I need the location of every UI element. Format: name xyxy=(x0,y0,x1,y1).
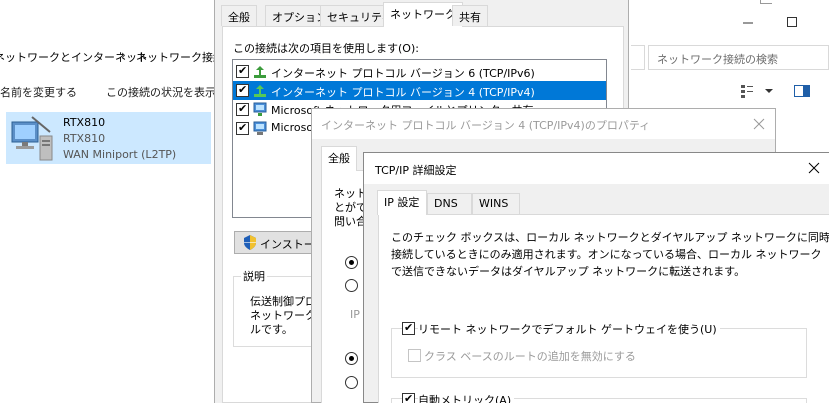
connection-item[interactable]: RTX810 RTX810 WAN Miniport (L2TP) xyxy=(6,112,211,164)
item-checkbox[interactable]: ✔ xyxy=(236,64,249,78)
chevron-down-icon[interactable] xyxy=(764,86,774,96)
title-bar: TCP/IP 詳細設定 xyxy=(364,153,829,184)
breadcrumb-item[interactable]: ネットワーク接続 xyxy=(136,49,224,65)
description-label: 説明 xyxy=(241,268,267,284)
item-label: インターネット プロトコル バージョン 4 (TCP/IPv4) xyxy=(271,86,535,99)
auto-metric-label[interactable]: 自動メトリック(A) xyxy=(418,392,515,403)
install-button[interactable]: インストール xyxy=(234,231,326,254)
search-input[interactable]: ネットワーク接続の検索 xyxy=(648,45,829,70)
scroll-marker xyxy=(760,0,772,4)
tab-dns[interactable]: DNS xyxy=(427,193,472,214)
connection-name: RTX810 xyxy=(63,116,106,129)
dialog-title: TCP/IP 詳細設定 xyxy=(375,164,457,177)
description-line: ルです。 xyxy=(250,323,293,336)
network-connection-icon xyxy=(10,114,56,162)
items-label: この接続は次の項目を使用します(O): xyxy=(233,42,419,55)
dialog-title: インターネット プロトコル バージョン 4 (TCP/IPv4)のプロパティ xyxy=(321,119,651,132)
network-service-icon xyxy=(252,101,268,117)
auto-metric-checkbox[interactable]: ✔ xyxy=(402,392,415,403)
manual-ip-radio[interactable] xyxy=(345,279,358,292)
description-line: このチェック ボックスは、ローカル ネットワークとダイヤルアップ ネットワークに… xyxy=(391,231,829,244)
description-line: で送信できないデータはダイヤルアップ ネットワークに転送されます。 xyxy=(391,265,746,278)
protocol-icon xyxy=(252,64,268,80)
default-gateway-checkbox[interactable]: ✔ xyxy=(402,321,415,335)
rename-command[interactable]: 名前を変更する xyxy=(0,84,77,100)
default-gateway-label[interactable]: リモート ネットワークでデフォルト ゲートウェイを使う(U) xyxy=(418,321,720,337)
maximize-button[interactable] xyxy=(782,12,802,32)
item-label: インターネット プロトコル バージョン 6 (TCP/IPv6) xyxy=(271,67,535,80)
tab-network[interactable]: ネットワーク xyxy=(383,2,463,27)
address-bar-end xyxy=(631,45,645,70)
protocol-icon xyxy=(252,83,268,99)
auto-ip-radio[interactable] xyxy=(345,256,358,269)
preview-pane-icon[interactable] xyxy=(793,83,811,99)
network-client-icon xyxy=(252,120,268,136)
close-icon[interactable] xyxy=(752,117,766,131)
connection-adapter: WAN Miniport (L2TP) xyxy=(63,148,177,161)
uac-shield-icon xyxy=(243,235,257,250)
connection-device: RTX810 xyxy=(63,132,106,145)
tab-sharing[interactable]: 共有 xyxy=(452,5,488,26)
view-options-icon[interactable] xyxy=(739,83,755,99)
tab-general[interactable]: 全般 xyxy=(221,5,257,26)
title-bar: インターネット プロトコル バージョン 4 (TCP/IPv4)のプロパティ xyxy=(312,109,775,139)
item-checkbox[interactable]: ✔ xyxy=(236,121,249,135)
close-icon[interactable] xyxy=(807,161,821,175)
description-line: 接続しているときにのみ適用されます。オンになっている場合、ローカル ネットワーク xyxy=(391,248,822,261)
item-checkbox[interactable]: ✔ xyxy=(236,83,249,97)
tab-wins[interactable]: WINS xyxy=(472,193,520,214)
auto-dns-radio[interactable] xyxy=(345,352,358,365)
manual-dns-radio[interactable] xyxy=(345,376,358,389)
list-item-selected[interactable]: ✔ インターネット プロトコル バージョン 4 (TCP/IPv4) xyxy=(233,81,606,100)
tab-general[interactable]: 全般 xyxy=(321,146,357,171)
tcpip-advanced-dialog: TCP/IP 詳細設定 IP 設定 DNS WINS このチェック ボックスは、… xyxy=(363,152,829,403)
list-item[interactable]: ✔ インターネット プロトコル バージョン 6 (TCP/IPv6) xyxy=(233,62,606,81)
disable-class-route-checkbox xyxy=(408,349,421,362)
breadcrumb-chevron-icon: › xyxy=(121,48,126,62)
tab-ip-settings[interactable]: IP 設定 xyxy=(377,190,427,215)
item-checkbox[interactable]: ✔ xyxy=(236,102,249,116)
minimize-button[interactable] xyxy=(738,12,758,32)
view-status-command[interactable]: この接続の状況を表示 xyxy=(106,84,216,100)
disable-class-route-label: クラス ベースのルートの追加を無効にする xyxy=(424,350,636,363)
ip-label-fragment: IP xyxy=(350,308,360,321)
search-placeholder: ネットワーク接続の検索 xyxy=(657,53,778,66)
